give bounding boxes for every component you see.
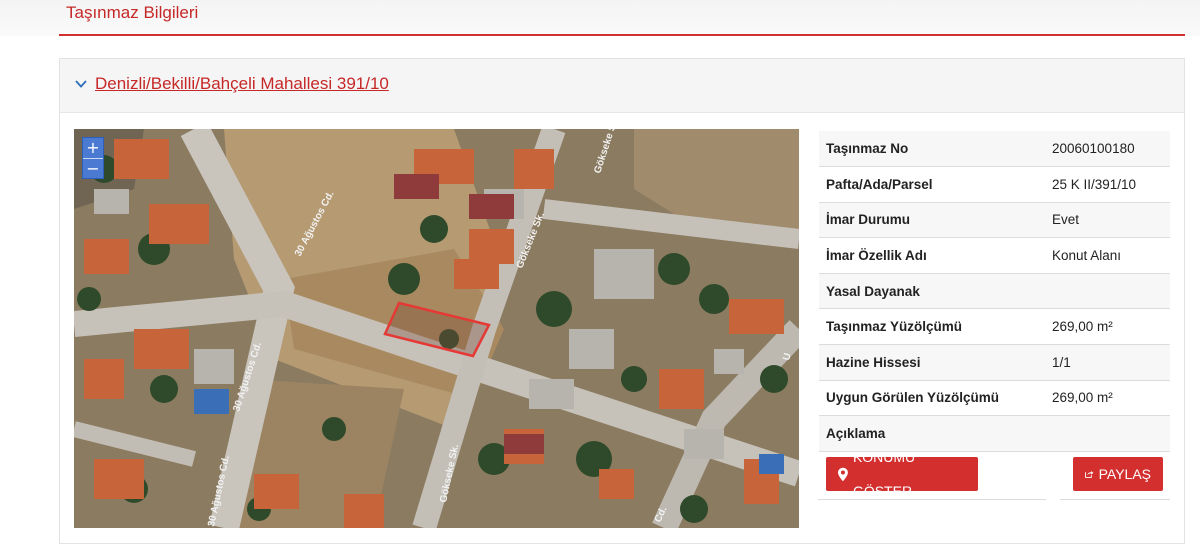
info-value <box>1045 273 1170 310</box>
info-key: Taşınmaz No <box>819 131 1045 168</box>
chevron-down-icon[interactable] <box>74 77 88 91</box>
info-row: Hazine Hissesi 1/1 <box>819 344 1170 381</box>
section-title: Taşınmaz Bilgileri <box>66 3 199 22</box>
share-icon <box>1085 470 1094 478</box>
info-key: Pafta/Ada/Parsel <box>819 166 1045 203</box>
info-value: 1/1 <box>1045 344 1170 381</box>
info-key: İmar Durumu <box>819 202 1045 239</box>
section-divider <box>59 34 1185 36</box>
info-row: İmar Özellik Adı Konut Alanı <box>819 237 1170 274</box>
zoom-in-button[interactable]: + <box>83 138 103 158</box>
info-row: Taşınmaz No 20060100180 <box>819 131 1170 168</box>
page: Taşınmaz Bilgileri Denizli/Bekilli/Bahçe… <box>0 0 1200 557</box>
info-key: Uygun Görülen Yüzölçümü <box>819 380 1045 417</box>
show-location-button[interactable]: KONUMU GÖSTER <box>826 449 978 499</box>
info-value: Evet <box>1045 202 1170 239</box>
card-header[interactable]: Denizli/Bekilli/Bahçeli Mahallesi 391/10 <box>60 59 1184 113</box>
zoom-out-button[interactable]: − <box>83 159 103 179</box>
info-key: İmar Özellik Adı <box>819 237 1045 274</box>
info-row: Uygun Görülen Yüzölçümü 269,00 m² <box>819 380 1170 417</box>
satellite-map[interactable]: 30 Ağustos Cd. 30 Ağustos Cd. 30 Ağustos… <box>74 129 799 528</box>
info-value: 269,00 m² <box>1045 308 1170 346</box>
property-card: Denizli/Bekilli/Bahçeli Mahallesi 391/10 <box>59 58 1185 544</box>
share-button[interactable]: PAYLAŞ <box>1073 457 1163 491</box>
info-row: Pafta/Ada/Parsel 25 K II/391/10 <box>819 166 1170 203</box>
info-key: Yasal Dayanak <box>819 273 1045 310</box>
share-label: PAYLAŞ <box>1098 466 1151 482</box>
info-value: Konut Alanı <box>1045 237 1170 274</box>
info-key: Taşınmaz Yüzölçümü <box>819 308 1045 346</box>
info-value <box>1045 415 1170 452</box>
button-row-divider <box>818 499 1046 500</box>
property-title-link[interactable]: Denizli/Bekilli/Bahçeli Mahallesi 391/10 <box>95 74 389 94</box>
show-location-label: KONUMU GÖSTER <box>852 449 916 499</box>
map-marker-icon <box>838 467 848 481</box>
zoom-control: + − <box>82 137 104 179</box>
info-value: 25 K II/391/10 <box>1045 166 1170 203</box>
info-row: Taşınmaz Yüzölçümü 269,00 m² <box>819 308 1170 346</box>
info-value: 20060100180 <box>1045 131 1170 168</box>
property-info-table: Taşınmaz No 20060100180 Pafta/Ada/Parsel 25… <box>819 131 1170 452</box>
info-row: Yasal Dayanak <box>819 273 1170 310</box>
button-row-divider <box>1060 499 1170 500</box>
info-row: İmar Durumu Evet <box>819 202 1170 239</box>
info-value: 269,00 m² <box>1045 380 1170 417</box>
map-imagery: 30 Ağustos Cd. 30 Ağustos Cd. 30 Ağustos… <box>74 129 799 528</box>
info-key: Hazine Hissesi <box>819 344 1045 381</box>
